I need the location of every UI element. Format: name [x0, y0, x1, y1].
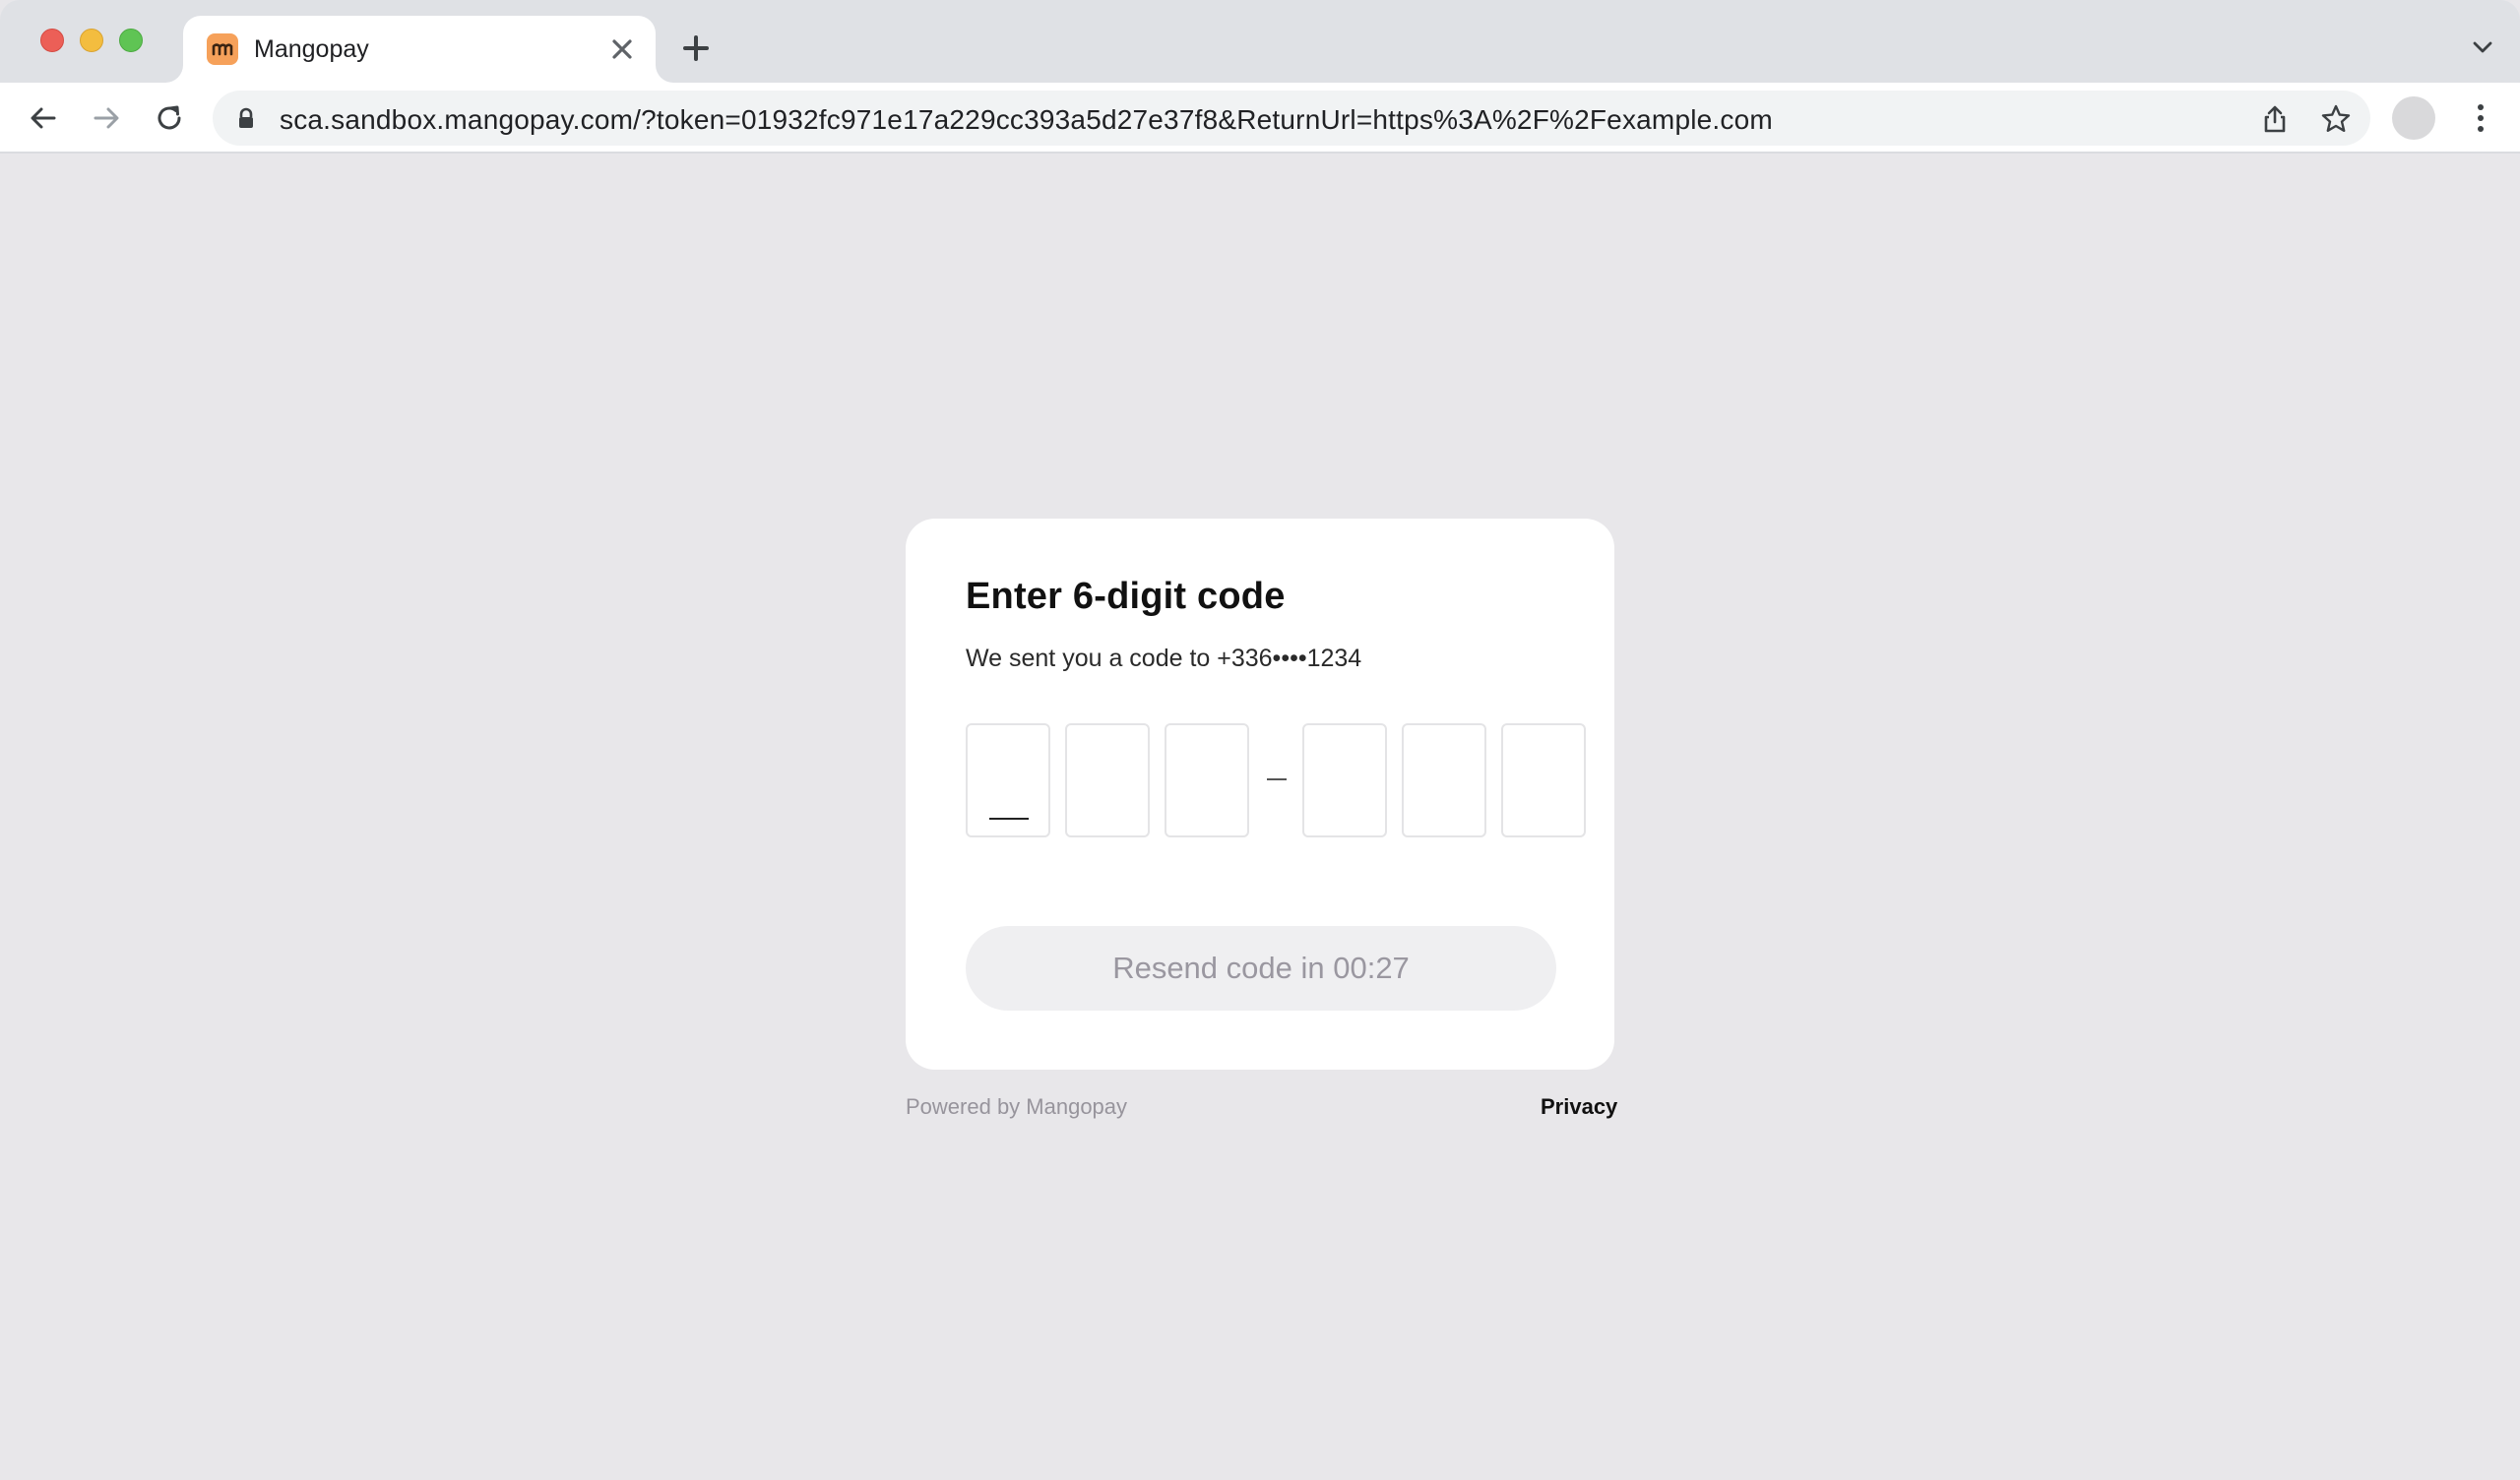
verification-card: Enter 6-digit code We sent you a code to… [906, 519, 1614, 1070]
forward-icon[interactable] [87, 98, 126, 138]
code-digit-1-input[interactable] [966, 723, 1050, 837]
new-tab-plus-icon[interactable] [679, 31, 713, 65]
url-text: sca.sandbox.mangopay.com/?token=01932fc9… [280, 104, 1773, 135]
share-icon[interactable] [2258, 102, 2292, 136]
back-icon[interactable] [24, 98, 63, 138]
reload-icon[interactable] [150, 98, 189, 138]
code-separator-dash [1267, 778, 1287, 780]
tab-search-chevron-down-icon[interactable] [2469, 33, 2496, 61]
code-digit-2-input[interactable] [1065, 723, 1150, 837]
code-digit-6-input[interactable] [1501, 723, 1586, 837]
lock-icon[interactable] [234, 106, 258, 130]
tab-strip: Mangopay [0, 0, 2520, 83]
profile-avatar[interactable] [2392, 96, 2435, 140]
code-sent-message: We sent you a code to +336••••1234 [966, 645, 1362, 672]
resend-code-button[interactable]: Resend code in 00:27 [966, 926, 1556, 1011]
address-bar[interactable]: sca.sandbox.mangopay.com/?token=01932fc9… [213, 91, 2370, 146]
browser-window: Mangopay sca.sandbox.mangopay.com/?token… [0, 0, 2520, 1480]
code-digit-5-input[interactable] [1402, 723, 1486, 837]
text-caret [989, 818, 1029, 820]
minimize-window-button[interactable] [80, 29, 103, 52]
tab-mangopay[interactable]: Mangopay [183, 16, 656, 83]
powered-by-text: Powered by Mangopay [906, 1094, 1128, 1119]
privacy-link[interactable]: Privacy [1541, 1094, 1617, 1120]
page-content: Enter 6-digit code We sent you a code to… [0, 155, 2520, 1480]
close-window-button[interactable] [40, 29, 64, 52]
browser-toolbar: sca.sandbox.mangopay.com/?token=01932fc9… [0, 83, 2520, 154]
close-tab-icon[interactable] [606, 33, 638, 65]
maximize-window-button[interactable] [119, 29, 143, 52]
tab-title: Mangopay [254, 35, 369, 63]
code-digit-4-input[interactable] [1302, 723, 1387, 837]
kebab-menu-icon[interactable] [2461, 98, 2500, 138]
code-digit-3-input[interactable] [1165, 723, 1249, 837]
bookmark-star-icon[interactable] [2319, 102, 2353, 136]
mangopay-favicon-icon [207, 33, 238, 65]
page-title: Enter 6-digit code [966, 576, 1286, 617]
